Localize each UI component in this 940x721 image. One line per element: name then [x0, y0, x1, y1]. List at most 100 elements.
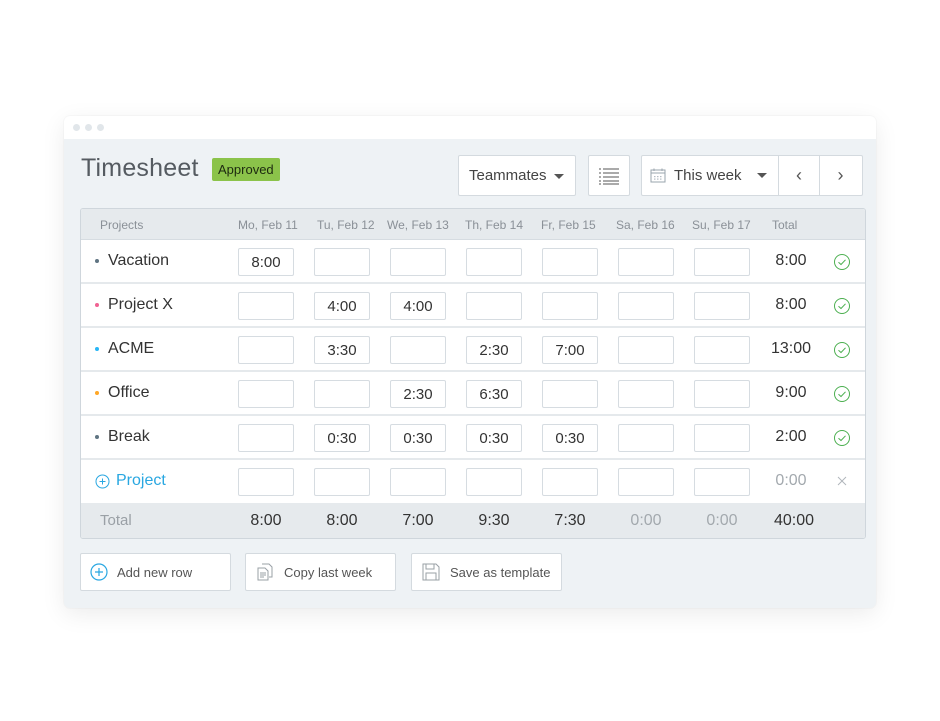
header: Timesheet Approved Teammates This week ‹…	[64, 139, 876, 207]
project-name: Vacation	[95, 252, 169, 270]
window-dot-icon	[97, 124, 104, 131]
project-name: Office	[95, 384, 150, 402]
save-template-button[interactable]: Save as template	[411, 553, 562, 591]
caret-down-icon	[757, 173, 767, 178]
column-header-projects: Projects	[100, 218, 144, 232]
row-total: 8:00	[775, 296, 807, 313]
time-entry-input[interactable]: 0:30	[466, 424, 522, 452]
row-total: 2:00	[775, 428, 807, 445]
footer-total-label: Total	[100, 512, 132, 529]
time-entry-input[interactable]	[238, 292, 294, 320]
table-row: Office 2:30 6:30 9:00	[81, 372, 865, 416]
column-header-day: Su, Feb 17	[692, 218, 751, 232]
time-entry-input[interactable]	[466, 468, 522, 496]
time-entry-input[interactable]	[694, 380, 750, 408]
time-entry-input[interactable]	[238, 380, 294, 408]
time-entry-input[interactable]: 4:00	[390, 292, 446, 320]
column-header-day: Sa, Feb 16	[616, 218, 675, 232]
time-entry-input[interactable]	[314, 468, 370, 496]
time-entry-input[interactable]: 0:30	[390, 424, 446, 452]
time-entry-input[interactable]	[694, 292, 750, 320]
table-row: Break 0:30 0:30 0:30 0:30 2:00	[81, 416, 865, 460]
window-titlebar	[64, 116, 876, 139]
time-entry-input[interactable]	[314, 380, 370, 408]
copy-last-week-label: Copy last week	[284, 564, 373, 580]
time-entry-input[interactable]	[466, 248, 522, 276]
approved-check-icon	[834, 342, 850, 358]
column-header-day: Fr, Feb 15	[541, 218, 596, 232]
time-entry-input[interactable]	[542, 380, 598, 408]
project-color-dot	[95, 259, 99, 263]
chevron-left-icon: ‹	[796, 165, 802, 185]
time-entry-input[interactable]	[618, 424, 674, 452]
time-entry-input[interactable]: 0:30	[314, 424, 370, 452]
row-total: 8:00	[775, 252, 807, 269]
column-header-total: Total	[772, 218, 798, 232]
time-entry-input[interactable]: 0:30	[542, 424, 598, 452]
approved-check-icon	[834, 430, 850, 446]
time-entry-input[interactable]	[694, 468, 750, 496]
copy-icon	[257, 563, 273, 581]
time-entry-input[interactable]: 7:00	[542, 336, 598, 364]
day-total: 9:30	[478, 512, 510, 529]
next-week-button[interactable]: ›	[820, 156, 861, 195]
time-entry-input[interactable]	[542, 292, 598, 320]
project-color-dot	[95, 391, 99, 395]
close-icon[interactable]	[835, 474, 849, 488]
time-entry-input[interactable]	[466, 292, 522, 320]
copy-last-week-button[interactable]: Copy last week	[245, 553, 396, 591]
time-entry-input[interactable]: 2:30	[466, 336, 522, 364]
time-entry-input[interactable]	[542, 248, 598, 276]
time-entry-input[interactable]	[390, 336, 446, 364]
project-color-dot	[95, 435, 99, 439]
project-label: Break	[108, 428, 150, 445]
chevron-right-icon: ›	[837, 165, 844, 185]
floppy-disk-icon	[422, 563, 440, 581]
project-label: Office	[108, 384, 150, 401]
table-row: Vacation 8:00 8:00	[81, 240, 865, 284]
day-total: 0:00	[630, 512, 662, 529]
time-entry-input[interactable]	[238, 468, 294, 496]
time-entry-input[interactable]: 2:30	[390, 380, 446, 408]
week-navigator: This week ‹ ›	[641, 155, 863, 196]
table-footer: Total 8:00 8:00 7:00 9:30 7:30 0:00 0:00 40:00	[81, 503, 865, 538]
time-entry-input[interactable]: 6:30	[466, 380, 522, 408]
time-entry-input[interactable]: 8:00	[238, 248, 294, 276]
week-label: This week	[674, 167, 742, 184]
time-entry-input[interactable]	[542, 468, 598, 496]
teammates-label: Teammates	[469, 167, 547, 184]
approved-check-icon	[834, 298, 850, 314]
time-entry-input[interactable]	[618, 248, 674, 276]
teammates-dropdown[interactable]: Teammates	[458, 155, 576, 196]
timesheet-table: Projects Mo, Feb 11 Tu, Feb 12 We, Feb 1…	[80, 208, 866, 539]
row-total: 0:00	[775, 472, 807, 489]
time-entry-input[interactable]	[618, 292, 674, 320]
approved-check-icon	[834, 386, 850, 402]
add-new-row-button[interactable]: Add new row	[80, 553, 231, 591]
add-project-button[interactable]: Project	[95, 472, 166, 490]
time-entry-input[interactable]	[238, 336, 294, 364]
time-entry-input[interactable]	[694, 248, 750, 276]
time-entry-input[interactable]	[390, 468, 446, 496]
time-entry-input[interactable]	[314, 248, 370, 276]
time-entry-input[interactable]	[390, 248, 446, 276]
time-entry-input[interactable]: 3:30	[314, 336, 370, 364]
time-entry-input[interactable]	[618, 380, 674, 408]
row-total: 9:00	[775, 384, 807, 401]
time-entry-input[interactable]	[694, 336, 750, 364]
window-dot-icon	[85, 124, 92, 131]
day-total: 8:00	[250, 512, 282, 529]
time-entry-input[interactable]	[238, 424, 294, 452]
list-icon	[599, 168, 619, 184]
time-entry-input[interactable]	[618, 336, 674, 364]
time-entry-input[interactable]: 4:00	[314, 292, 370, 320]
week-dropdown[interactable]: This week	[642, 156, 779, 195]
day-total: 8:00	[326, 512, 358, 529]
list-view-button[interactable]	[588, 155, 630, 196]
time-entry-input[interactable]	[694, 424, 750, 452]
table-body: Vacation 8:00 8:00 Project X 4:00 4:00 8:00 ACM…	[81, 240, 865, 460]
time-entry-input[interactable]	[618, 468, 674, 496]
previous-week-button[interactable]: ‹	[779, 156, 820, 195]
project-color-dot	[95, 347, 99, 351]
column-header-day: Th, Feb 14	[465, 218, 524, 232]
